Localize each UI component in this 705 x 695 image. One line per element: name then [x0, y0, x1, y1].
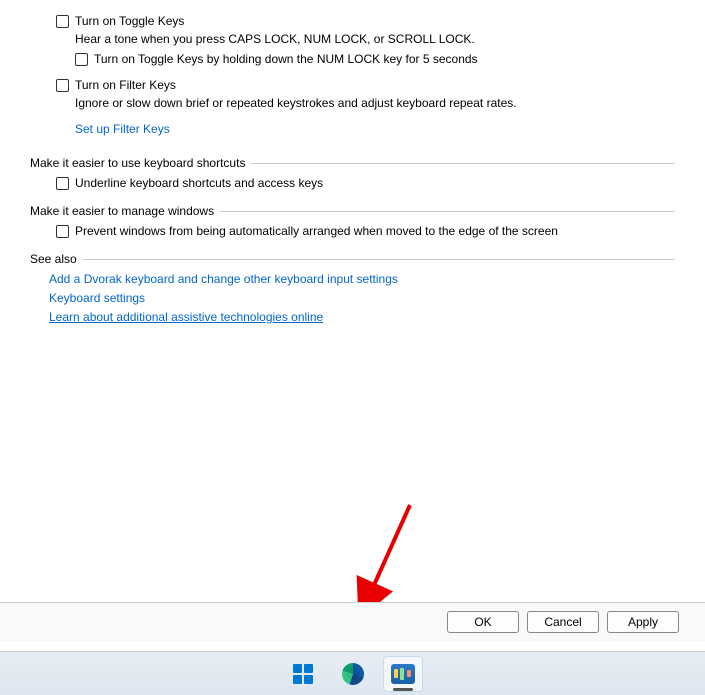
checkbox-icon[interactable]	[56, 225, 69, 238]
see-also-group-header: See also	[30, 252, 675, 266]
checkbox-icon[interactable]	[56, 79, 69, 92]
taskbar	[0, 651, 705, 695]
see-also-link-keyboard-settings[interactable]: Keyboard settings	[49, 291, 675, 305]
filter-keys-label: Turn on Filter Keys	[75, 78, 176, 92]
prevent-arrange-checkbox-row[interactable]: Prevent windows from being automatically…	[56, 224, 675, 238]
cancel-button[interactable]: Cancel	[527, 611, 599, 633]
ok-button[interactable]: OK	[447, 611, 519, 633]
checkbox-icon[interactable]	[56, 177, 69, 190]
underline-shortcuts-checkbox-row[interactable]: Underline keyboard shortcuts and access …	[56, 176, 675, 190]
taskbar-start-button[interactable]	[283, 656, 323, 692]
windows-logo-icon	[293, 664, 313, 684]
toggle-keys-description: Hear a tone when you press CAPS LOCK, NU…	[75, 32, 675, 46]
see-also-header-label: See also	[30, 252, 83, 266]
underline-shortcuts-label: Underline keyboard shortcuts and access …	[75, 176, 323, 190]
divider	[220, 211, 675, 212]
toggle-keys-numlock-checkbox-row[interactable]: Turn on Toggle Keys by holding down the …	[75, 52, 675, 66]
toggle-keys-numlock-label: Turn on Toggle Keys by holding down the …	[94, 52, 478, 66]
setup-filter-keys-link[interactable]: Set up Filter Keys	[75, 122, 170, 136]
see-also-link-assistive-tech[interactable]: Learn about additional assistive technol…	[49, 310, 675, 324]
dialog-button-bar: OK Cancel Apply	[0, 602, 705, 641]
divider	[251, 163, 675, 164]
edge-icon	[342, 663, 364, 685]
toggle-keys-checkbox-row[interactable]: Turn on Toggle Keys	[56, 14, 675, 28]
divider	[83, 259, 675, 260]
checkbox-icon[interactable]	[75, 53, 88, 66]
checkbox-icon[interactable]	[56, 15, 69, 28]
control-panel-icon	[391, 664, 415, 684]
see-also-link-dvorak[interactable]: Add a Dvorak keyboard and change other k…	[49, 272, 675, 286]
toggle-keys-label: Turn on Toggle Keys	[75, 14, 184, 28]
manage-windows-group-header: Make it easier to manage windows	[30, 204, 675, 218]
shortcuts-group-header: Make it easier to use keyboard shortcuts	[30, 156, 675, 170]
apply-button[interactable]: Apply	[607, 611, 679, 633]
manage-windows-header-label: Make it easier to manage windows	[30, 204, 220, 218]
filter-keys-checkbox-row[interactable]: Turn on Filter Keys	[56, 78, 675, 92]
taskbar-edge-button[interactable]	[333, 656, 373, 692]
taskbar-control-panel-button[interactable]	[383, 656, 423, 692]
shortcuts-header-label: Make it easier to use keyboard shortcuts	[30, 156, 251, 170]
prevent-arrange-label: Prevent windows from being automatically…	[75, 224, 558, 238]
filter-keys-description: Ignore or slow down brief or repeated ke…	[75, 96, 675, 110]
